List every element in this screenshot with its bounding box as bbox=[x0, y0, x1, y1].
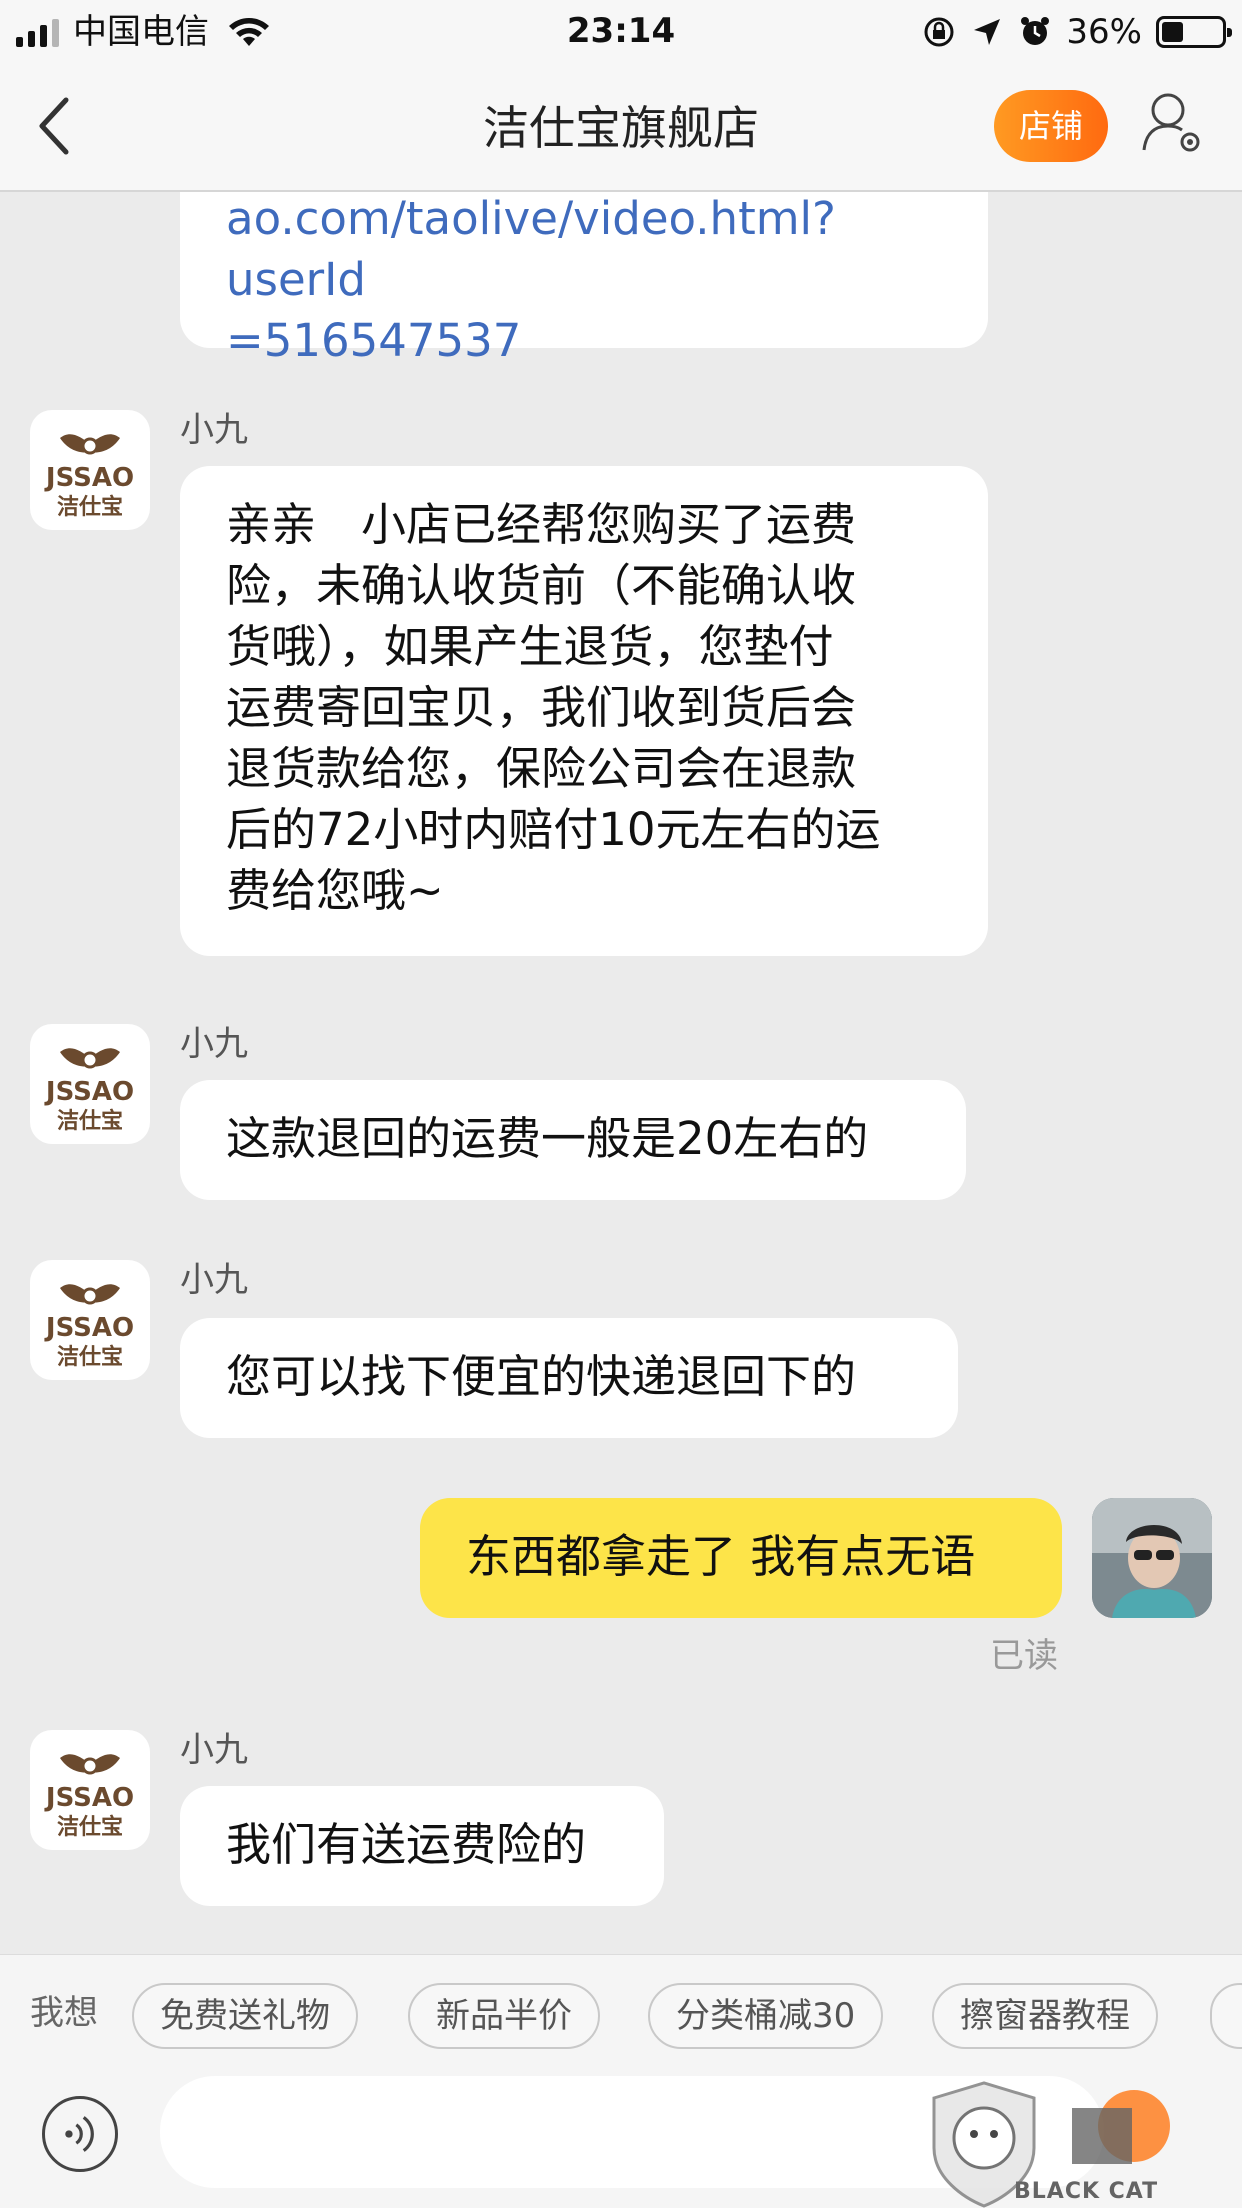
quick-phrase-chip[interactable]: 新品半价 bbox=[408, 1983, 600, 2049]
sender-name: 小九 bbox=[180, 1260, 248, 1300]
read-receipt: 已读 bbox=[990, 1636, 1058, 1676]
message-text: 我们有送运费险的 bbox=[226, 1818, 587, 1871]
orientation-lock-icon bbox=[924, 17, 954, 47]
input-bar: BLACK CAT bbox=[0, 2074, 1242, 2208]
user-avatar[interactable] bbox=[1092, 1498, 1212, 1618]
alarm-icon bbox=[1021, 17, 1050, 45]
quick-phrase-chip[interactable]: 擦窗器教程 bbox=[932, 1983, 1158, 2049]
message-text-line: 退货款给您，保险公司会在退款 bbox=[226, 742, 857, 795]
watermark: BLACK CAT bbox=[924, 2078, 1234, 2208]
message-bubble: 亲亲 小店已经帮您购买了运费 险，未确认收货前（不能确认收 货哦），如果产生退货… bbox=[180, 466, 988, 956]
chat-area[interactable]: ao.com/taolive/video.html?userId =516547… bbox=[0, 192, 1242, 1954]
quick-phrase-label: 我想 bbox=[30, 1993, 98, 2033]
logo-brand-en: JSSAO bbox=[44, 463, 134, 493]
logo-brand-cn: 洁仕宝 bbox=[57, 1814, 123, 1840]
quick-phrase-chip-partial[interactable] bbox=[1210, 1983, 1242, 2049]
message-link-line[interactable]: =516547537 bbox=[226, 310, 942, 371]
shop-avatar[interactable]: JSSAO 洁仕宝 bbox=[30, 1260, 150, 1380]
sender-name: 小九 bbox=[180, 1730, 248, 1770]
battery-percentage: 36% bbox=[1066, 12, 1142, 52]
message-text-line: 费给您哦~ bbox=[226, 864, 444, 917]
watermark-text: BLACK CAT bbox=[1014, 2179, 1159, 2204]
shop-avatar[interactable]: JSSAO 洁仕宝 bbox=[30, 410, 150, 530]
user-photo bbox=[1092, 1498, 1212, 1618]
logo-brand-cn: 洁仕宝 bbox=[57, 1344, 123, 1370]
location-arrow-icon bbox=[974, 19, 1001, 45]
message-text-line: 亲亲 小店已经帮您购买了运费 bbox=[226, 498, 857, 551]
battery-icon bbox=[1156, 16, 1232, 48]
logo-brand-en: JSSAO bbox=[44, 1313, 134, 1343]
shop-button[interactable]: 店铺 bbox=[994, 90, 1108, 162]
message-text: 您可以找下便宜的快递退回下的 bbox=[226, 1350, 857, 1403]
logo-brand-cn: 洁仕宝 bbox=[57, 494, 123, 520]
message-text-line: 险，未确认收货前（不能确认收 bbox=[226, 559, 857, 612]
message-bubble: 这款退回的运费一般是20左右的 bbox=[180, 1080, 966, 1200]
message-bubble: 我们有送运费险的 bbox=[180, 1786, 664, 1906]
shop-avatar[interactable]: JSSAO 洁仕宝 bbox=[30, 1024, 150, 1144]
quick-phrase-bar: 我想 免费送礼物 新品半价 分类桶减30 擦窗器教程 bbox=[0, 1954, 1242, 2075]
sender-name: 小九 bbox=[180, 410, 248, 450]
message-text: 这款退回的运费一般是20左右的 bbox=[226, 1112, 869, 1165]
message-link-line[interactable]: ao.com/taolive/video.html?userId bbox=[226, 192, 942, 310]
shop-avatar[interactable]: JSSAO 洁仕宝 bbox=[30, 1730, 150, 1850]
nav-bar: 洁仕宝旗舰店 店铺 bbox=[0, 64, 1242, 192]
logo-brand-en: JSSAO bbox=[44, 1783, 134, 1813]
voice-input-icon[interactable] bbox=[42, 2096, 118, 2172]
quick-phrase-chip[interactable]: 分类桶减30 bbox=[648, 1983, 884, 2049]
message-text: 东西都拿走了 我有点无语 bbox=[466, 1530, 976, 1583]
message-bubble-link[interactable]: ao.com/taolive/video.html?userId =516547… bbox=[180, 192, 988, 367]
message-text-line: 运费寄回宝贝，我们收到货后会 bbox=[226, 681, 857, 734]
orange-badge-icon bbox=[1072, 2090, 1170, 2164]
quick-phrase-chip[interactable]: 免费送礼物 bbox=[132, 1983, 358, 2049]
message-text-line: 货哦），如果产生退货，您垫付 bbox=[226, 620, 834, 673]
message-bubble: 您可以找下便宜的快递退回下的 bbox=[180, 1318, 958, 1438]
logo-brand-cn: 洁仕宝 bbox=[57, 1108, 123, 1134]
logo-brand-en: JSSAO bbox=[44, 1077, 134, 1107]
status-bar: 中国电信 23:14 36% bbox=[0, 0, 1242, 64]
my-message-bubble: 东西都拿走了 我有点无语 bbox=[420, 1498, 1062, 1618]
user-settings-icon[interactable] bbox=[1140, 90, 1204, 156]
message-text-line: 后的72小时内赔付10元左右的运 bbox=[226, 803, 881, 856]
sender-name: 小九 bbox=[180, 1024, 248, 1064]
